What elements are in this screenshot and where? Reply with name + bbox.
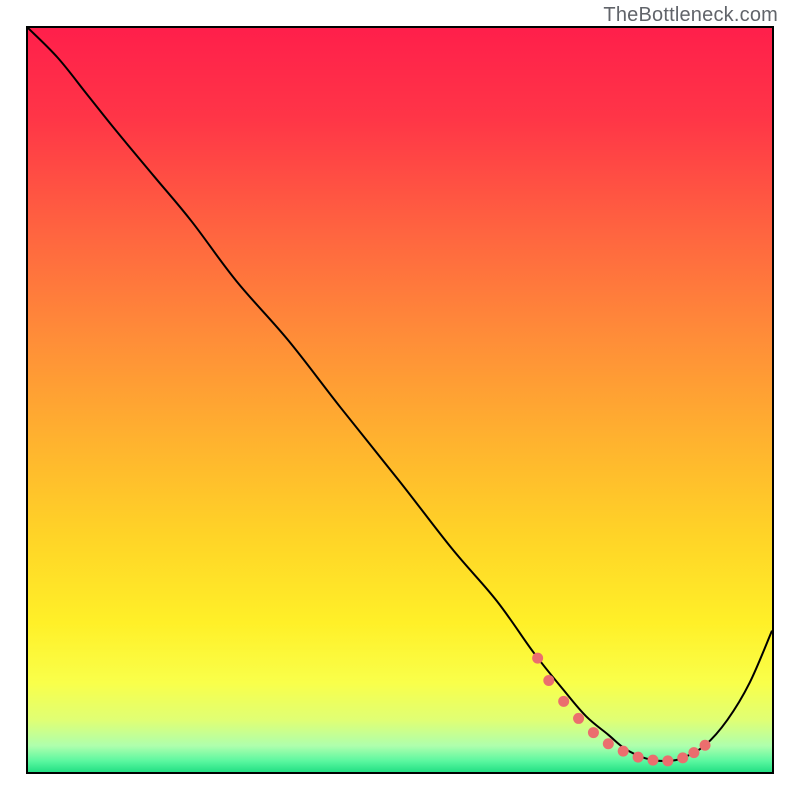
bottleneck-curve <box>28 28 772 761</box>
chart-plot-layer <box>28 28 772 772</box>
valley-marker <box>618 746 629 757</box>
valley-marker <box>662 755 673 766</box>
bottleneck-chart <box>26 26 774 774</box>
valley-marker <box>588 727 599 738</box>
valley-marker <box>677 752 688 763</box>
valley-marker <box>543 675 554 686</box>
valley-highlight-markers <box>532 653 710 767</box>
valley-marker <box>633 752 644 763</box>
valley-marker <box>603 738 614 749</box>
valley-marker <box>573 713 584 724</box>
valley-marker <box>700 740 711 751</box>
valley-marker <box>647 755 658 766</box>
valley-marker <box>688 747 699 758</box>
attribution-text: TheBottleneck.com <box>603 4 778 27</box>
valley-marker <box>558 696 569 707</box>
chart-container: TheBottleneck.com <box>0 0 800 800</box>
valley-marker <box>532 653 543 664</box>
